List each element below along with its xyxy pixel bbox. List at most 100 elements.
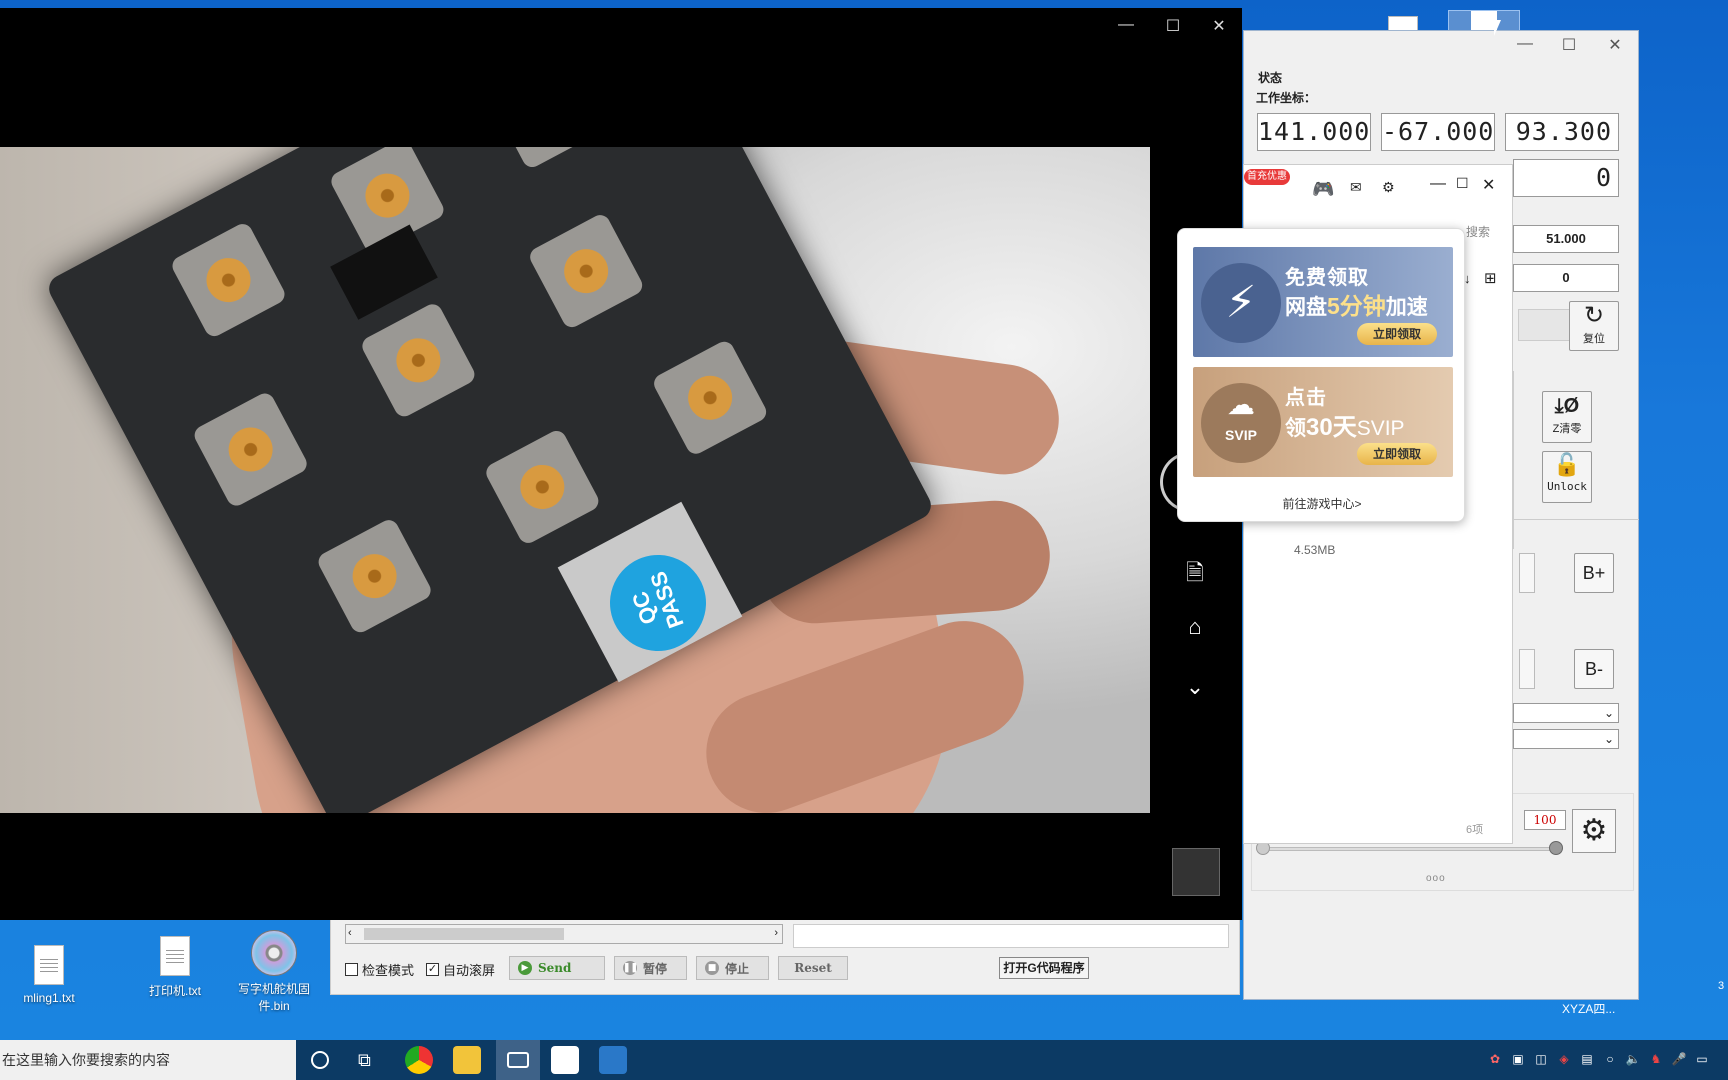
partial-button[interactable] xyxy=(1519,553,1535,593)
scroll-right-icon[interactable]: › xyxy=(774,927,778,939)
stop-icon: ■ xyxy=(705,961,719,975)
camera-preview: QC PASS xyxy=(0,147,1150,813)
speed-field[interactable]: 51.000 xyxy=(1513,225,1619,253)
camera-window: — ☐ ✕ QC PASS 🗎 ⌂ ⌄ xyxy=(0,8,1242,920)
record-stop-button[interactable] xyxy=(1172,848,1220,896)
clock-partial: 3 xyxy=(1718,980,1725,992)
file-explorer-icon[interactable] xyxy=(453,1046,481,1074)
gear-icon[interactable]: ⚙ xyxy=(1572,809,1616,853)
coord-x-display: 141.000 xyxy=(1257,113,1371,151)
desktop-file-printer[interactable]: 打印机.txt xyxy=(135,936,215,999)
desktop-corner-label: XYZA四... xyxy=(1562,1002,1616,1016)
game-center-link[interactable]: 前往游戏中心> xyxy=(1178,495,1466,512)
claim-button[interactable]: 立即领取 xyxy=(1357,443,1437,465)
coord-z-display: 93.300 xyxy=(1505,113,1619,151)
taskbar-search[interactable]: 在这里输入你要搜索的内容 xyxy=(0,1040,296,1080)
chevron-down-icon: ⌄ xyxy=(1603,732,1614,746)
tray-icon[interactable]: ✿ xyxy=(1487,1051,1503,1067)
task-view-icon[interactable]: ⧉ xyxy=(358,1050,371,1071)
text-file-icon xyxy=(160,936,190,976)
minimize-button[interactable]: — xyxy=(1430,175,1446,193)
chevron-down-icon[interactable]: ⌄ xyxy=(1180,674,1210,700)
chrome-icon[interactable] xyxy=(405,1046,433,1074)
auto-scroll-checkbox[interactable]: ✓ 自动滚屏 xyxy=(426,960,495,979)
pause-icon: ❚❚ xyxy=(623,961,639,975)
search-box[interactable]: 搜索 xyxy=(1466,223,1490,240)
unlock-button[interactable]: 🔓 Unlock xyxy=(1542,451,1592,503)
coord-y-display: -67.000 xyxy=(1381,113,1495,151)
slider-handle[interactable] xyxy=(1549,841,1563,855)
tray-icon[interactable]: ◫ xyxy=(1533,1051,1549,1067)
desktop-file-mling[interactable]: mling1.txt xyxy=(9,945,89,1005)
minimize-button[interactable]: — xyxy=(1106,16,1146,34)
minimize-button[interactable]: — xyxy=(1510,35,1540,53)
value-field[interactable]: 0 xyxy=(1513,264,1619,292)
desktop-file-firmware[interactable]: 写字机舵机固件.bin xyxy=(234,930,314,1014)
slider-track[interactable] xyxy=(1262,847,1562,851)
b-minus-button[interactable]: B- xyxy=(1574,649,1614,689)
z-zero-button[interactable]: ⤓Ø Z清零 xyxy=(1542,391,1592,443)
tray-icon[interactable]: ♞ xyxy=(1648,1051,1664,1067)
mouse-cursor-icon xyxy=(1494,20,1501,36)
work-coord-label: 工作坐标： xyxy=(1256,91,1317,105)
tray-icon[interactable]: ▣ xyxy=(1510,1051,1526,1067)
b-plus-button[interactable]: B+ xyxy=(1574,553,1614,593)
send-button[interactable]: ▶ Send xyxy=(509,956,605,980)
scroll-left-icon[interactable]: ‹ xyxy=(348,927,352,939)
mail-icon[interactable]: ✉ xyxy=(1350,179,1362,196)
presentation-icon[interactable]: ⌂ xyxy=(1180,614,1210,640)
dropdown-2[interactable]: ⌄ xyxy=(1513,729,1619,749)
svip-ad[interactable]: ☁ SVIP 点击 领30天SVIP 立即领取 xyxy=(1193,367,1453,477)
reset-gcode-button[interactable]: Reset xyxy=(778,956,848,980)
unlock-icon: 🔓 xyxy=(1553,453,1581,478)
check-icon: ✓ xyxy=(426,963,439,976)
promo-badge[interactable]: 首充优惠 xyxy=(1244,169,1290,185)
settings-icon[interactable]: ⚙ xyxy=(1382,179,1395,196)
check-mode-checkbox[interactable]: 检查模式 xyxy=(345,960,414,979)
play-icon: ▶ xyxy=(518,961,532,975)
cloud-icon: ☁ xyxy=(1227,389,1255,420)
divider xyxy=(1513,519,1639,520)
disc-image-icon xyxy=(251,930,297,976)
reset-icon: ↻ xyxy=(1583,302,1605,329)
z-zero-icon: ⤓Ø xyxy=(1554,395,1580,417)
close-button[interactable]: ✕ xyxy=(1600,35,1630,55)
netdisk-taskbar-icon[interactable] xyxy=(551,1046,579,1074)
lightning-icon: ⚡ xyxy=(1225,278,1257,327)
scroll-thumb[interactable] xyxy=(364,928,564,940)
chip-image xyxy=(330,224,438,320)
netdisk-game-popup: ⚡ 免费领取 网盘5分钟加速 立即领取 ☁ SVIP 点击 领30天SVIP 立… xyxy=(1177,228,1465,522)
tray-icon[interactable]: ◈ xyxy=(1556,1051,1572,1067)
document-icon[interactable]: 🗎 xyxy=(1180,556,1210,594)
gcode-input-area[interactable] xyxy=(793,924,1229,948)
microphone-icon[interactable]: 🎤 xyxy=(1671,1051,1687,1067)
game-icon[interactable]: 🎮 xyxy=(1312,179,1334,200)
divider xyxy=(1513,371,1514,549)
claim-button[interactable]: 立即领取 xyxy=(1357,323,1437,345)
maximize-button[interactable]: ☐ xyxy=(1153,16,1193,36)
reset-button[interactable]: ↻ 复位 xyxy=(1569,301,1619,351)
more-dots[interactable]: ooo xyxy=(1426,873,1446,884)
horizontal-scrollbar[interactable]: ‹ › xyxy=(345,924,783,944)
file-size: 4.53MB xyxy=(1294,543,1336,557)
tray-icon[interactable]: ▤ xyxy=(1579,1051,1595,1067)
maximize-button[interactable]: ☐ xyxy=(1456,175,1469,192)
pause-button[interactable]: ❚❚ 暂停 xyxy=(614,956,687,980)
close-button[interactable]: ✕ xyxy=(1482,175,1495,195)
partial-button[interactable] xyxy=(1519,649,1535,689)
dropdown-1[interactable]: ⌄ xyxy=(1513,703,1619,723)
grid-view-icon[interactable]: ⊞ xyxy=(1484,269,1497,287)
cortana-icon[interactable] xyxy=(311,1051,329,1069)
camera-app-taskbar-button[interactable] xyxy=(496,1040,540,1080)
tray-icon[interactable]: ○ xyxy=(1602,1051,1618,1067)
volume-icon[interactable]: 🔈 xyxy=(1625,1051,1641,1067)
elephant-app-icon[interactable] xyxy=(599,1046,627,1074)
slider-value-field[interactable]: 100 xyxy=(1524,810,1566,830)
maximize-button[interactable]: ☐ xyxy=(1554,35,1584,55)
item-count: 6项 xyxy=(1466,824,1484,836)
open-gcode-button[interactable]: 打开G代码程序 xyxy=(999,957,1089,979)
stop-button[interactable]: ■ 停止 xyxy=(696,956,769,980)
close-button[interactable]: ✕ xyxy=(1199,16,1239,36)
speedup-ad[interactable]: ⚡ 免费领取 网盘5分钟加速 立即领取 xyxy=(1193,247,1453,357)
network-icon[interactable]: ▭ xyxy=(1694,1051,1710,1067)
